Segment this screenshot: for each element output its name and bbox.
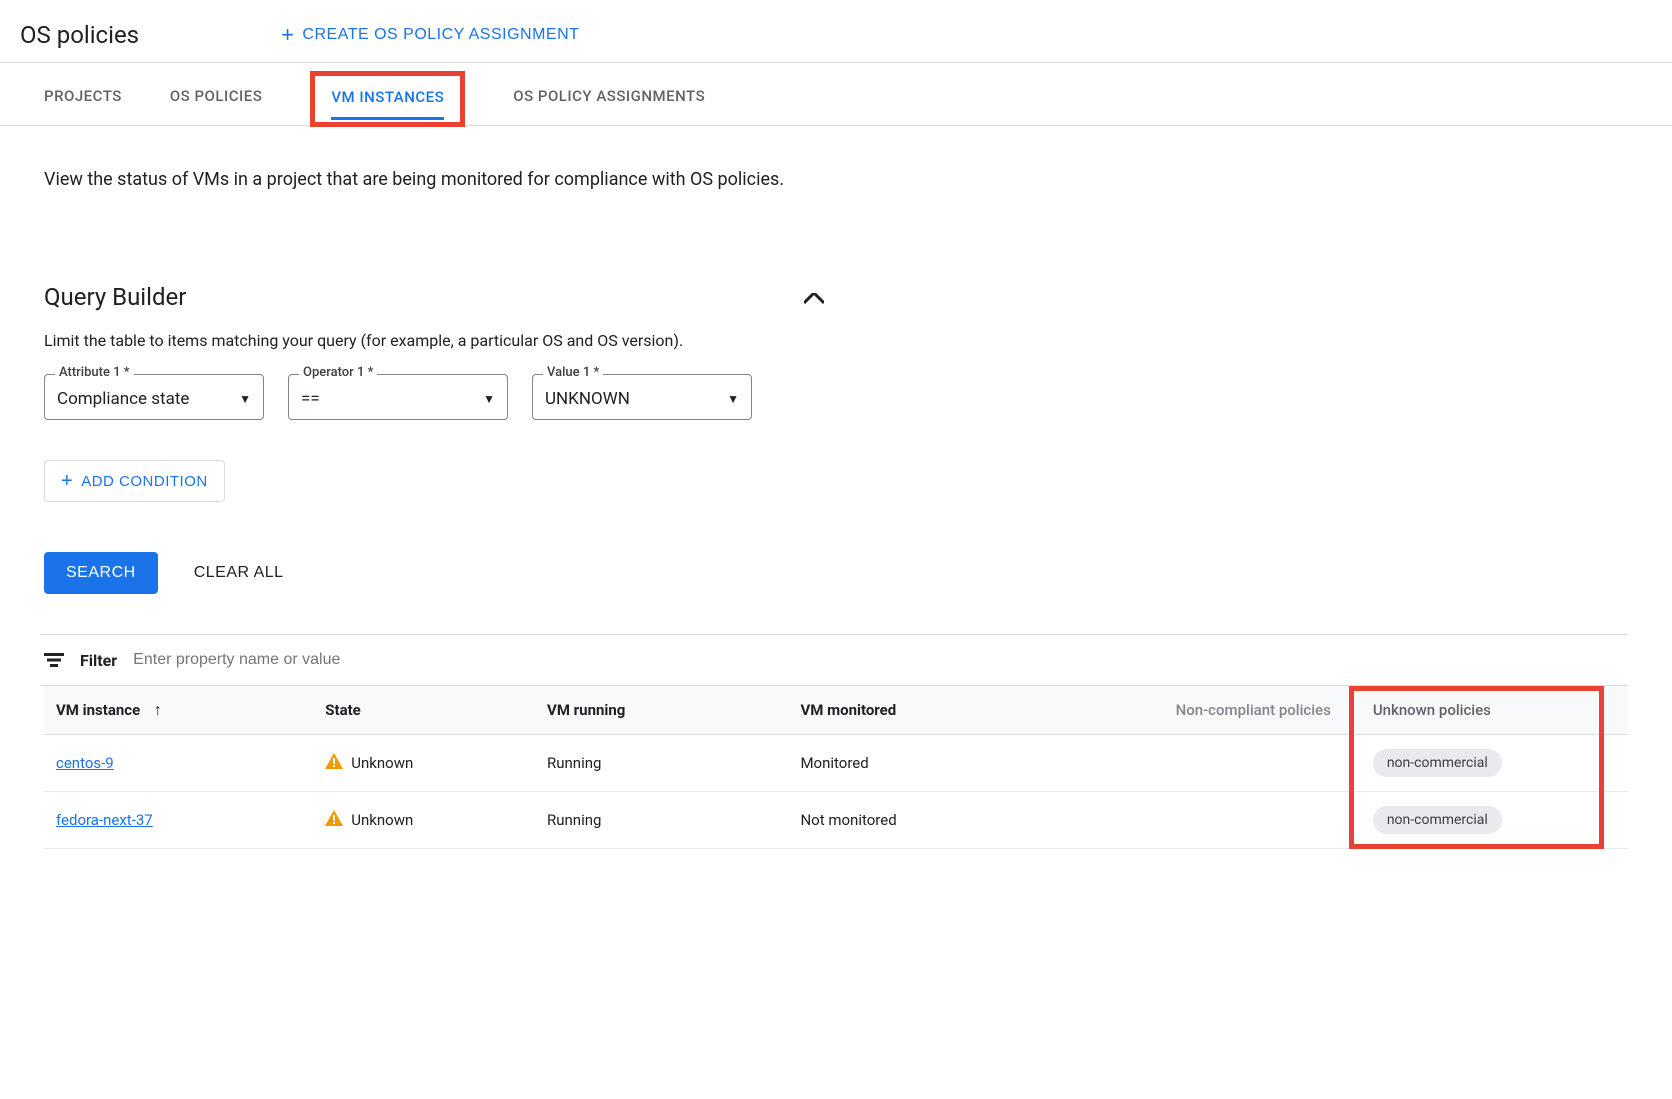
- vm-running-cell: Running: [535, 792, 788, 849]
- vm-instance-link[interactable]: fedora-next-37: [56, 811, 153, 829]
- dropdown-icon: ▼: [239, 392, 251, 406]
- create-os-policy-assignment-button[interactable]: + CREATE OS POLICY ASSIGNMENT: [269, 16, 591, 54]
- vm-instance-link[interactable]: centos-9: [56, 754, 114, 772]
- state-text: Unknown: [351, 811, 413, 829]
- query-builder-title: Query Builder: [44, 283, 186, 311]
- col-vm-running[interactable]: VM running: [535, 686, 788, 735]
- operator-value: ==: [301, 389, 320, 409]
- plus-icon: +: [61, 471, 73, 491]
- highlight-vm-instances: VM INSTANCES: [310, 71, 465, 127]
- dropdown-icon: ▼: [727, 392, 739, 406]
- sort-asc-icon: ↑: [154, 700, 162, 719]
- tab-description: View the status of VMs in a project that…: [44, 166, 844, 193]
- query-builder-description: Limit the table to items matching your q…: [44, 331, 1628, 350]
- col-vm-monitored[interactable]: VM monitored: [788, 686, 1073, 735]
- state-text: Unknown: [351, 754, 413, 772]
- tab-os-policies[interactable]: OS POLICIES: [170, 77, 263, 125]
- attribute-label: Attribute 1 *: [55, 365, 134, 380]
- policy-chip[interactable]: non-commercial: [1373, 806, 1502, 834]
- non-compliant-cell: [1074, 792, 1343, 849]
- tab-os-policy-assignments[interactable]: OS POLICY ASSIGNMENTS: [513, 77, 705, 125]
- table-row: fedora-next-37 Unknown RunningNot monitore…: [44, 792, 1628, 849]
- filter-icon[interactable]: [44, 653, 64, 667]
- warning-icon: [325, 810, 343, 831]
- search-button[interactable]: SEARCH: [44, 552, 158, 594]
- page-title: OS policies: [20, 21, 139, 49]
- col-unknown-policies[interactable]: Unknown policies: [1343, 686, 1628, 735]
- value-label: Value 1 *: [543, 365, 603, 380]
- table-row: centos-9 Unknown RunningMonitored non-comme…: [44, 735, 1628, 792]
- attribute-select[interactable]: Attribute 1 * Compliance state ▼: [44, 374, 264, 420]
- policy-chip[interactable]: non-commercial: [1373, 749, 1502, 777]
- vm-running-cell: Running: [535, 735, 788, 792]
- unknown-policies-cell: non-commercial: [1343, 735, 1628, 792]
- filter-bar: Filter: [40, 634, 1628, 686]
- create-button-label: CREATE OS POLICY ASSIGNMENT: [302, 26, 579, 44]
- filter-input[interactable]: [133, 643, 1628, 677]
- col-vm-instance[interactable]: VM instance ↑: [44, 686, 313, 735]
- value-value: UNKNOWN: [545, 389, 630, 409]
- warning-icon: [325, 753, 343, 774]
- tab-vm-instances[interactable]: VM INSTANCES: [331, 78, 444, 120]
- col-state[interactable]: State: [313, 686, 535, 735]
- add-condition-label: ADD CONDITION: [81, 473, 208, 490]
- tabs: PROJECTS OS POLICIES VM INSTANCES OS POL…: [0, 62, 1672, 126]
- filter-label: Filter: [80, 651, 117, 670]
- vm-monitored-cell: Monitored: [788, 735, 1073, 792]
- unknown-policies-cell: non-commercial: [1343, 792, 1628, 849]
- dropdown-icon: ▼: [483, 392, 495, 406]
- tab-projects[interactable]: PROJECTS: [44, 77, 122, 125]
- col-non-compliant[interactable]: Non-compliant policies: [1074, 686, 1343, 735]
- operator-select[interactable]: Operator 1 * == ▼: [288, 374, 508, 420]
- vm-instances-table: VM instance ↑ State VM running VM monito…: [44, 686, 1628, 849]
- vm-monitored-cell: Not monitored: [788, 792, 1073, 849]
- non-compliant-cell: [1074, 735, 1343, 792]
- clear-all-button[interactable]: CLEAR ALL: [194, 552, 284, 594]
- value-select[interactable]: Value 1 * UNKNOWN ▼: [532, 374, 752, 420]
- add-condition-button[interactable]: + ADD CONDITION: [44, 460, 225, 502]
- collapse-query-builder-icon[interactable]: [804, 283, 824, 311]
- plus-icon: +: [281, 24, 294, 46]
- operator-label: Operator 1 *: [299, 365, 377, 380]
- attribute-value: Compliance state: [57, 389, 189, 409]
- col-vm-instance-label: VM instance: [56, 701, 140, 719]
